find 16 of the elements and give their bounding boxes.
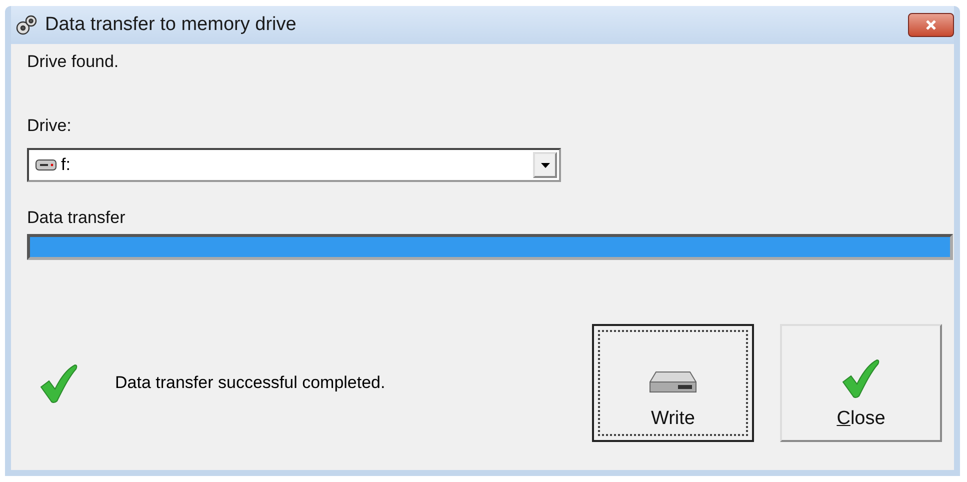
close-dialog-button[interactable]: Close <box>780 324 942 442</box>
close-icon <box>925 19 937 31</box>
drive-label: Drive: <box>27 116 72 136</box>
drive-dropdown[interactable]: f: <box>27 148 561 182</box>
drive-icon <box>35 158 57 172</box>
window-title: Data transfer to memory drive <box>45 14 298 36</box>
checkmark-icon <box>841 358 881 398</box>
status-text: Drive found. <box>27 52 120 72</box>
dropdown-arrow-button[interactable] <box>533 152 557 178</box>
caret-icon <box>540 162 550 168</box>
checkmark-icon <box>39 363 79 403</box>
result-message: Data transfer successful completed. <box>115 373 386 393</box>
close-button[interactable] <box>908 13 954 37</box>
gears-icon <box>15 14 39 36</box>
transfer-label: Data transfer <box>27 208 126 228</box>
write-button[interactable]: Write <box>592 324 754 442</box>
